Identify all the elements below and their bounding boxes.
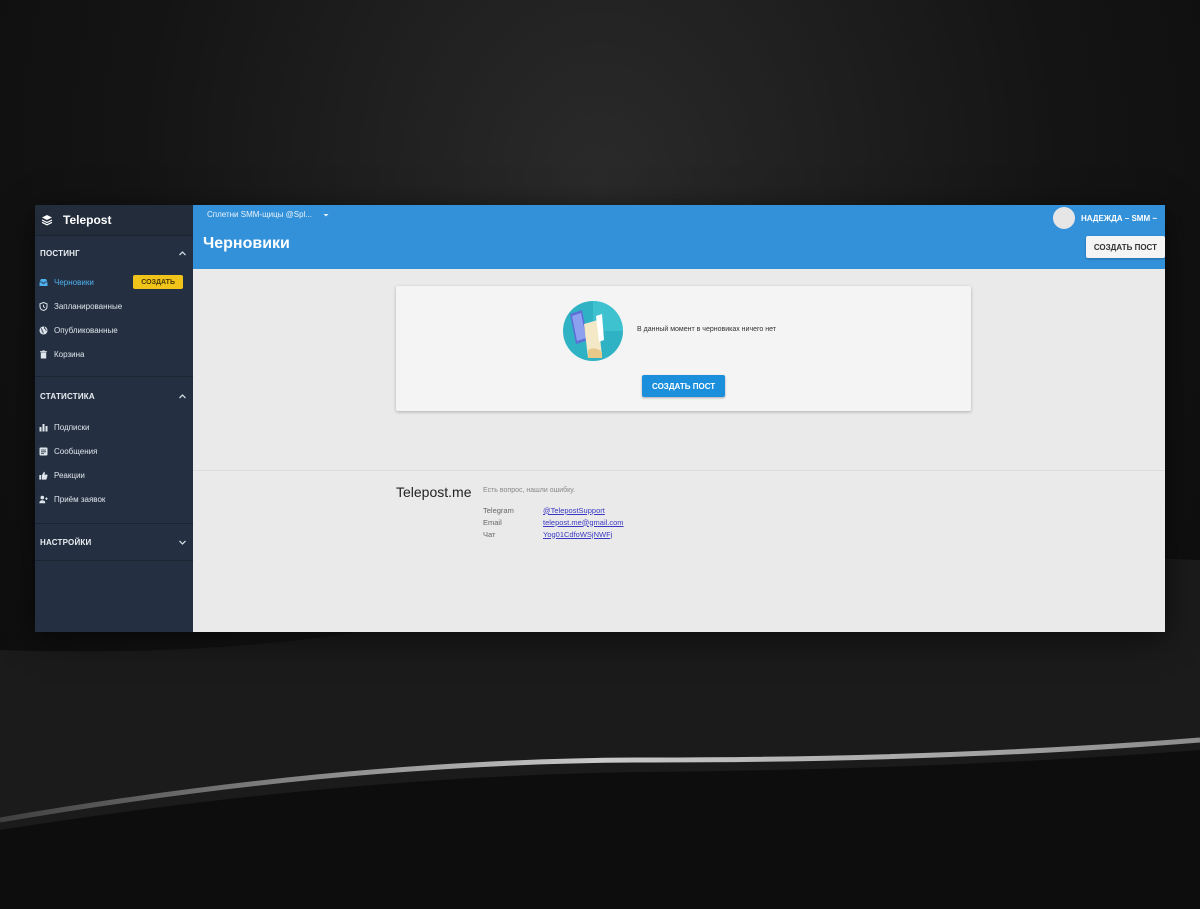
sidebar-item-label: Запланированные (54, 301, 123, 311)
chevron-up-icon (178, 392, 187, 401)
message-icon (39, 447, 48, 456)
empty-drafts-illustration-icon (563, 301, 623, 361)
sidebar-item-published[interactable]: Опубликованные (35, 318, 193, 342)
footer-brand: Telepost.me (396, 484, 472, 500)
create-post-button[interactable]: СОЗДАТЬ ПОСТ (642, 375, 726, 397)
contact-row-chat: Чат Yog01CdfoWSjNWFj (483, 528, 624, 540)
sidebar-item-label: Корзина (54, 349, 85, 359)
chevron-down-icon (178, 538, 187, 547)
contact-row-email: Email telepost.me@gmail.com (483, 516, 624, 528)
footer-divider (193, 470, 1165, 471)
brand[interactable]: Telepost (35, 205, 193, 236)
avatar (1052, 207, 1075, 229)
sidebar-item-label: Сообщения (54, 446, 98, 456)
contact-label: Чат (483, 529, 496, 539)
contact-row-telegram: Telegram @TelepostSupport (483, 504, 624, 516)
telegram-link[interactable]: @TelepostSupport (543, 506, 605, 515)
layers-icon (41, 214, 53, 226)
project-selector[interactable]: Сплетни SMM-щицы @Spl... (207, 210, 330, 219)
sidebar-section-settings: НАСТРОЙКИ (35, 524, 193, 561)
section-header-settings[interactable]: НАСТРОЙКИ (35, 524, 193, 560)
globe-icon (39, 326, 48, 335)
sidebar-item-label: Подписки (54, 422, 90, 432)
contact-label: Telegram (483, 505, 514, 515)
sidebar-item-scheduled[interactable]: Запланированные (35, 294, 193, 318)
app-name: Telepost (63, 213, 112, 227)
section-header-posting[interactable]: ПОСТИНГ (35, 236, 193, 270)
thumbs-up-icon (39, 471, 48, 480)
footer-contacts: Telegram @TelepostSupport Email telepost… (483, 504, 624, 540)
bar-chart-icon (39, 423, 48, 432)
sidebar: Telepost ПОСТИНГ Черновики СОЗДАТЬ Запла… (35, 205, 193, 632)
caret-down-icon (322, 211, 330, 219)
page-title: Черновики (203, 235, 290, 252)
user-name: НАДЕЖДА – SMM ~ (1080, 213, 1157, 223)
section-title: ПОСТИНГ (40, 248, 80, 258)
section-header-statistics[interactable]: СТАТИСТИКА (35, 377, 193, 415)
empty-state-message: В данный момент в черновиках ничего нет (637, 326, 776, 333)
sidebar-item-label: Опубликованные (54, 325, 118, 335)
project-name: Сплетни SMM-щицы @Spl... (207, 210, 313, 219)
sidebar-item-join-requests[interactable]: Приём заявок (35, 487, 193, 511)
create-draft-button[interactable]: СОЗДАТЬ (133, 275, 183, 289)
sidebar-item-label: Приём заявок (54, 494, 106, 504)
sidebar-section-posting: ПОСТИНГ Черновики СОЗДАТЬ Запланированны… (35, 236, 193, 377)
sidebar-item-trash[interactable]: Корзина (35, 342, 193, 366)
chevron-up-icon (178, 249, 187, 258)
person-add-icon (39, 495, 48, 504)
sidebar-item-drafts[interactable]: Черновики СОЗДАТЬ (35, 270, 193, 294)
sidebar-section-statistics: СТАТИСТИКА Подписки Сообщения Реакции Пр… (35, 377, 193, 524)
inbox-icon (39, 278, 48, 287)
clock-shield-icon (39, 301, 48, 311)
trash-icon (39, 349, 48, 359)
sidebar-item-messages[interactable]: Сообщения (35, 439, 193, 463)
main-content: Сплетни SMM-щицы @Spl... Черновики НАДЕЖ… (193, 205, 1165, 632)
user-menu[interactable]: НАДЕЖДА – SMM ~ (1052, 207, 1157, 229)
chat-link[interactable]: Yog01CdfoWSjNWFj (543, 530, 612, 539)
contact-label: Email (483, 517, 502, 527)
sidebar-item-label: Реакции (54, 470, 85, 480)
sidebar-item-reactions[interactable]: Реакции (35, 463, 193, 487)
empty-state-card: В данный момент в черновиках ничего нет … (396, 286, 971, 411)
section-title: НАСТРОЙКИ (40, 537, 92, 547)
section-title: СТАТИСТИКА (40, 391, 95, 401)
footer-tagline: Есть вопрос, нашли ошибку. (483, 487, 576, 494)
sidebar-item-subscriptions[interactable]: Подписки (35, 415, 193, 439)
create-post-header-button[interactable]: СОЗДАТЬ ПОСТ (1085, 236, 1165, 258)
app-window: Telepost ПОСТИНГ Черновики СОЗДАТЬ Запла… (35, 205, 1165, 632)
sidebar-item-label: Черновики (54, 277, 94, 287)
top-bar: Сплетни SMM-щицы @Spl... Черновики НАДЕЖ… (193, 205, 1165, 269)
email-link[interactable]: telepost.me@gmail.com (543, 518, 624, 527)
